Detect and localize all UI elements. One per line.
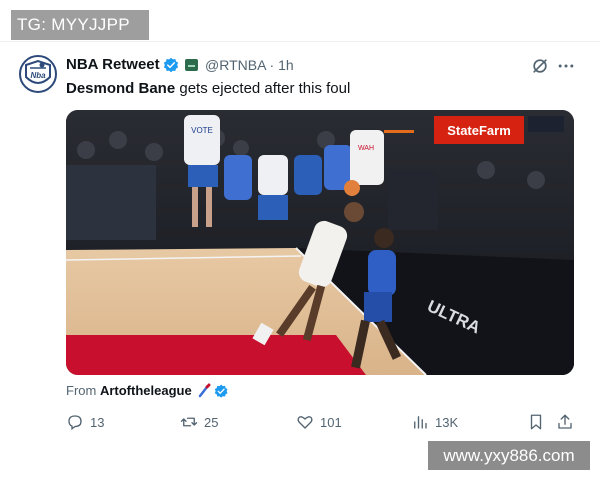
from-icons bbox=[197, 383, 231, 399]
from-prefix: From bbox=[66, 383, 100, 398]
from-account-link[interactable]: Artoftheleague bbox=[100, 383, 192, 398]
nba-logo-icon: Nba bbox=[25, 59, 51, 84]
basketball-photo: VOTE WAH StateFarm ULTRA bbox=[66, 110, 574, 375]
mention-player: Desmond Bane bbox=[66, 80, 176, 97]
views-count: 13K bbox=[435, 414, 459, 430]
author-name[interactable]: NBA Retweet bbox=[66, 56, 160, 73]
reply-count: 13 bbox=[90, 414, 105, 430]
reply-button[interactable]: 13 bbox=[66, 412, 104, 432]
heart-icon bbox=[297, 416, 313, 429]
verified-badge-icon bbox=[163, 57, 179, 73]
tweet-text: Desmond Bane gets ejected after this fou… bbox=[66, 80, 350, 97]
from-attribution: From Artoftheleague bbox=[66, 383, 192, 398]
share-icon bbox=[558, 414, 572, 429]
reply-icon bbox=[68, 415, 82, 431]
bookmark-button[interactable] bbox=[527, 412, 545, 432]
handle-and-time: @RTNBA · 1h bbox=[205, 57, 294, 73]
tweet-text-rest: gets ejected after this foul bbox=[175, 80, 351, 97]
divider bbox=[0, 41, 600, 42]
share-button[interactable] bbox=[556, 412, 574, 432]
more-options-icon[interactable] bbox=[556, 56, 576, 76]
handle[interactable]: @RTNBA bbox=[205, 57, 266, 73]
timestamp[interactable]: 1h bbox=[278, 57, 294, 73]
retweet-button[interactable]: 25 bbox=[180, 412, 218, 432]
separator: · bbox=[269, 57, 275, 73]
svg-text:Nba: Nba bbox=[30, 71, 46, 80]
bookmark-icon bbox=[530, 414, 542, 430]
paintbrush-icon bbox=[198, 383, 211, 398]
like-button[interactable]: 101 bbox=[296, 412, 342, 432]
watermark-bottom: www.yxy886.com bbox=[428, 441, 590, 470]
views-button[interactable]: 13K bbox=[411, 412, 458, 432]
sponsor-sign: StateFarm bbox=[447, 123, 511, 138]
affiliate-badge-icon bbox=[185, 59, 198, 71]
views-chart-icon bbox=[414, 416, 427, 429]
watermark-top: TG: MYYJJPP bbox=[11, 10, 149, 40]
from-verified-icon bbox=[214, 384, 228, 398]
retweet-icon bbox=[180, 417, 198, 427]
like-count: 101 bbox=[320, 414, 342, 430]
retweet-count: 25 bbox=[204, 414, 219, 430]
tweet-media[interactable]: VOTE WAH StateFarm ULTRA bbox=[66, 110, 574, 375]
avatar[interactable]: Nba bbox=[19, 55, 57, 93]
svg-text:WAH: WAH bbox=[358, 145, 374, 152]
grok-icon[interactable] bbox=[530, 56, 550, 76]
svg-text:VOTE: VOTE bbox=[191, 126, 213, 135]
